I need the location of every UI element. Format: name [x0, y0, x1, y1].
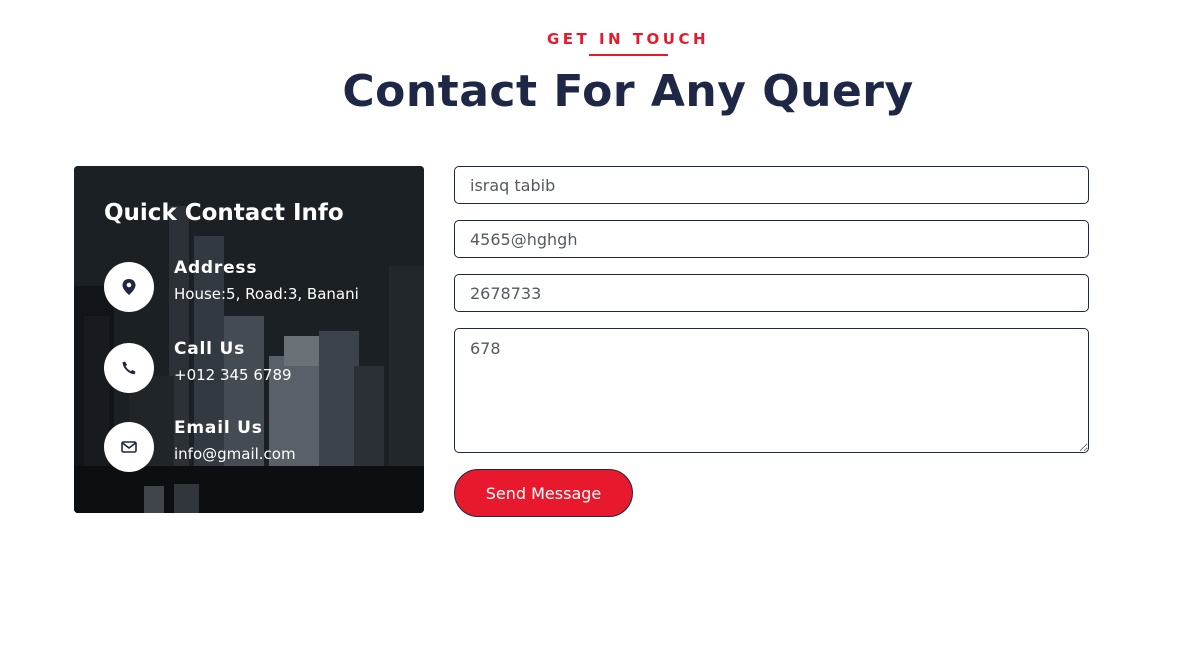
phone-value: +012 345 6789 [174, 366, 292, 384]
map-pin-icon [104, 262, 154, 312]
phone-label: Call Us [174, 339, 246, 359]
email-label: Email Us [174, 418, 263, 438]
address-label: Address [174, 258, 258, 278]
eyebrow-underline [589, 54, 668, 56]
phone-icon [104, 343, 154, 393]
email-input[interactable] [454, 220, 1089, 258]
card-title: Quick Contact Info [104, 200, 344, 226]
envelope-icon [104, 422, 154, 472]
name-input[interactable] [454, 166, 1089, 204]
email-item: Email Us info@gmail.com [104, 418, 404, 472]
phone-item: Call Us +012 345 6789 [104, 339, 404, 393]
send-message-button[interactable]: Send Message [454, 469, 633, 517]
address-value: House:5, Road:3, Banani [174, 285, 359, 303]
phone-input[interactable] [454, 274, 1089, 312]
quick-contact-card: Quick Contact Info Address House:5, Road… [74, 166, 424, 513]
address-item: Address House:5, Road:3, Banani [104, 258, 404, 312]
section-eyebrow: GET IN TOUCH [546, 30, 710, 48]
page-title: Contact For Any Query [342, 66, 914, 117]
email-value: info@gmail.com [174, 445, 296, 463]
message-textarea[interactable]: 678 [454, 328, 1089, 453]
